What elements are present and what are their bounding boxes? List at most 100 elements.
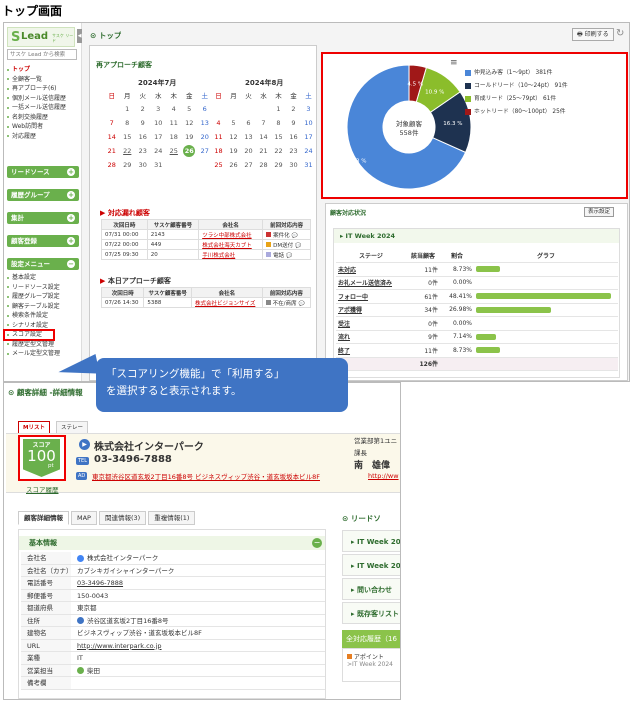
stage-link[interactable]: お礼メール送信済み bbox=[336, 276, 406, 290]
lead-item-3[interactable]: ▸ 問い合わせ bbox=[342, 578, 400, 600]
calendar-day[interactable]: 2 bbox=[286, 102, 301, 116]
search-input[interactable] bbox=[7, 49, 77, 60]
calendar-day[interactable]: 6 bbox=[241, 116, 256, 130]
calendar-day[interactable]: 19 bbox=[226, 144, 241, 158]
calendar-day[interactable]: 31 bbox=[301, 158, 316, 172]
detail-tab[interactable]: 顧客詳細情報 bbox=[18, 511, 69, 525]
detail-tab[interactable]: 重複情報(1) bbox=[148, 511, 196, 525]
table-row[interactable]: 終了 11件 8.73% bbox=[336, 343, 618, 358]
calendar-day[interactable]: 24 bbox=[301, 144, 316, 158]
contact-url[interactable]: http://ww bbox=[368, 472, 399, 480]
calendar-day[interactable]: 30 bbox=[135, 158, 151, 172]
calendar-day[interactable]: 12 bbox=[182, 116, 198, 130]
sidebar-item-mail-history[interactable]: 個別メール送信履歴 bbox=[4, 94, 82, 104]
table-row[interactable]: 受注 0件 0.00% bbox=[336, 316, 618, 331]
calendar-day[interactable]: 27 bbox=[241, 158, 256, 172]
print-button[interactable]: 🖶 印刷する bbox=[572, 28, 614, 41]
calendar-day[interactable]: 11 bbox=[211, 130, 226, 144]
legend-item[interactable]: コールドリード（10〜24pt） 91件 bbox=[465, 80, 568, 93]
event-title[interactable]: ▸ IT Week 2024 bbox=[334, 229, 619, 243]
calendar-day[interactable]: 24 bbox=[151, 144, 167, 158]
calendar-day[interactable]: 13 bbox=[241, 130, 256, 144]
calendar-day[interactable]: 3 bbox=[151, 102, 167, 116]
calendar-day[interactable]: 23 bbox=[286, 144, 301, 158]
sidebar-group-aggregate[interactable]: 集計 + bbox=[7, 212, 79, 224]
calendar-day[interactable]: 17 bbox=[151, 130, 167, 144]
table-row[interactable]: 07/25 09:30 20 手川株式会社 電話 💬 bbox=[101, 249, 311, 260]
calendar-day[interactable]: 7 bbox=[256, 116, 271, 130]
table-row[interactable]: お礼メール送信済み 0件 0.00% bbox=[336, 276, 618, 290]
field-value[interactable]: 03-3496-7888 bbox=[77, 579, 123, 587]
calendar-day[interactable]: 4 bbox=[166, 102, 182, 116]
calendar-day[interactable]: 28 bbox=[256, 158, 271, 172]
stage-link[interactable]: フォロー中 bbox=[336, 289, 406, 304]
calendar-day[interactable]: 29 bbox=[271, 158, 286, 172]
calendar-day[interactable]: 26 bbox=[226, 158, 241, 172]
sidebar-collapse-icon[interactable]: ◀ bbox=[77, 29, 82, 43]
calendar-day[interactable]: 9 bbox=[286, 116, 301, 130]
calendar-day[interactable]: 9 bbox=[135, 116, 151, 130]
settings-score[interactable]: スコア設定 bbox=[3, 329, 55, 341]
calendar-day[interactable]: 20 bbox=[241, 144, 256, 158]
settings-mail-template[interactable]: メール定型文管理 bbox=[4, 349, 82, 359]
lead-item-1[interactable]: ▸ IT Week 20 bbox=[342, 530, 400, 552]
calendar-day[interactable]: 10 bbox=[301, 116, 316, 130]
company-address[interactable]: 東京都渋谷区道玄坂2丁目16番8号 ビジネスヴィップ渋谷・道玄坂坂本ビル8F bbox=[92, 471, 349, 481]
tab-stage[interactable]: ステレー bbox=[56, 421, 89, 433]
sidebar-item-card-exchange[interactable]: 名刺交換履歴 bbox=[4, 113, 82, 123]
sidebar-group-settings[interactable]: 設定メニュー − bbox=[7, 258, 79, 270]
table-row[interactable]: 07/31 00:00 2143 ツラシ中部株式会社 案件化 💬 bbox=[101, 229, 311, 240]
stage-link[interactable]: 未対応 bbox=[336, 262, 406, 277]
calendar-day[interactable]: 29 bbox=[120, 158, 136, 172]
lead-item-2[interactable]: ▸ IT Week 20 bbox=[342, 554, 400, 576]
settings-history-template[interactable]: 履歴定型文管理 bbox=[4, 340, 82, 350]
settings-leadsource[interactable]: リードソース設定 bbox=[4, 283, 82, 293]
tab-mlist[interactable]: Mリスト bbox=[18, 421, 50, 433]
display-settings-button[interactable]: 表示設定 bbox=[584, 207, 615, 217]
comment-icon[interactable]: 💬 bbox=[299, 301, 305, 307]
calendar-day[interactable]: 16 bbox=[135, 130, 151, 144]
settings-search[interactable]: 検索条件設定 bbox=[4, 311, 82, 321]
calendar-day[interactable]: 18 bbox=[166, 130, 182, 144]
calendar-day[interactable]: 5 bbox=[182, 102, 198, 116]
calendar-day[interactable]: 25 bbox=[211, 158, 226, 172]
calendar-day[interactable]: 1 bbox=[120, 102, 136, 116]
calendar-day[interactable]: 28 bbox=[104, 158, 120, 172]
table-row[interactable]: 流れ 9件 7.14% bbox=[336, 330, 618, 344]
calendar-day[interactable]: 25 bbox=[166, 144, 182, 158]
settings-scenario[interactable]: シナリオ設定 bbox=[4, 321, 82, 331]
collapse-icon[interactable]: − bbox=[312, 538, 322, 548]
stage-link[interactable]: アポ獲得 bbox=[336, 303, 406, 317]
calendar-day[interactable]: 15 bbox=[120, 130, 136, 144]
calendar-day[interactable]: 2 bbox=[135, 102, 151, 116]
calendar-day[interactable]: 10 bbox=[151, 116, 167, 130]
calendar-day[interactable]: 21 bbox=[104, 144, 120, 158]
calendar-day[interactable]: 16 bbox=[286, 130, 301, 144]
score-history-link[interactable]: スコア履歴 bbox=[26, 484, 59, 494]
today-marker[interactable]: 26 bbox=[183, 145, 196, 157]
calendar-day[interactable]: 22 bbox=[271, 144, 286, 158]
sidebar-group-history[interactable]: 履歴グループ + bbox=[7, 189, 79, 201]
calendar-day[interactable]: 21 bbox=[256, 144, 271, 158]
calendar-day[interactable]: 8 bbox=[271, 116, 286, 130]
refresh-icon[interactable]: ↻ bbox=[616, 28, 624, 39]
sidebar-item-web-visitors[interactable]: Web訪問者 bbox=[4, 122, 82, 132]
stage-link[interactable]: 終了 bbox=[336, 343, 406, 358]
table-row[interactable]: フォロー中 61件 48.41% bbox=[336, 289, 618, 304]
settings-history-group[interactable]: 履歴グループ設定 bbox=[4, 292, 82, 302]
calendar-day[interactable]: 14 bbox=[104, 130, 120, 144]
calendar-day[interactable]: 22 bbox=[120, 144, 136, 158]
calendar-day[interactable]: 3 bbox=[301, 102, 316, 116]
legend-item[interactable]: ホットリード（80〜100pt） 25件 bbox=[465, 106, 568, 119]
comment-icon[interactable]: 💬 bbox=[286, 253, 292, 259]
detail-tab[interactable]: 関連情報(3) bbox=[98, 511, 147, 525]
sidebar-item-all-customers[interactable]: 全顧客一覧 bbox=[4, 75, 82, 85]
calendar-day[interactable]: 19 bbox=[182, 130, 198, 144]
calendar-day[interactable]: 23 bbox=[135, 144, 151, 158]
calendar-day[interactable]: 1 bbox=[271, 102, 286, 116]
sidebar-group-register[interactable]: 顧客登録 + bbox=[7, 235, 79, 247]
calendar-day[interactable]: 7 bbox=[104, 116, 120, 130]
calendar-day[interactable]: 31 bbox=[151, 158, 167, 172]
table-cell[interactable]: 手川株式会社 bbox=[198, 249, 264, 260]
calendar-day[interactable]: 12 bbox=[226, 130, 241, 144]
